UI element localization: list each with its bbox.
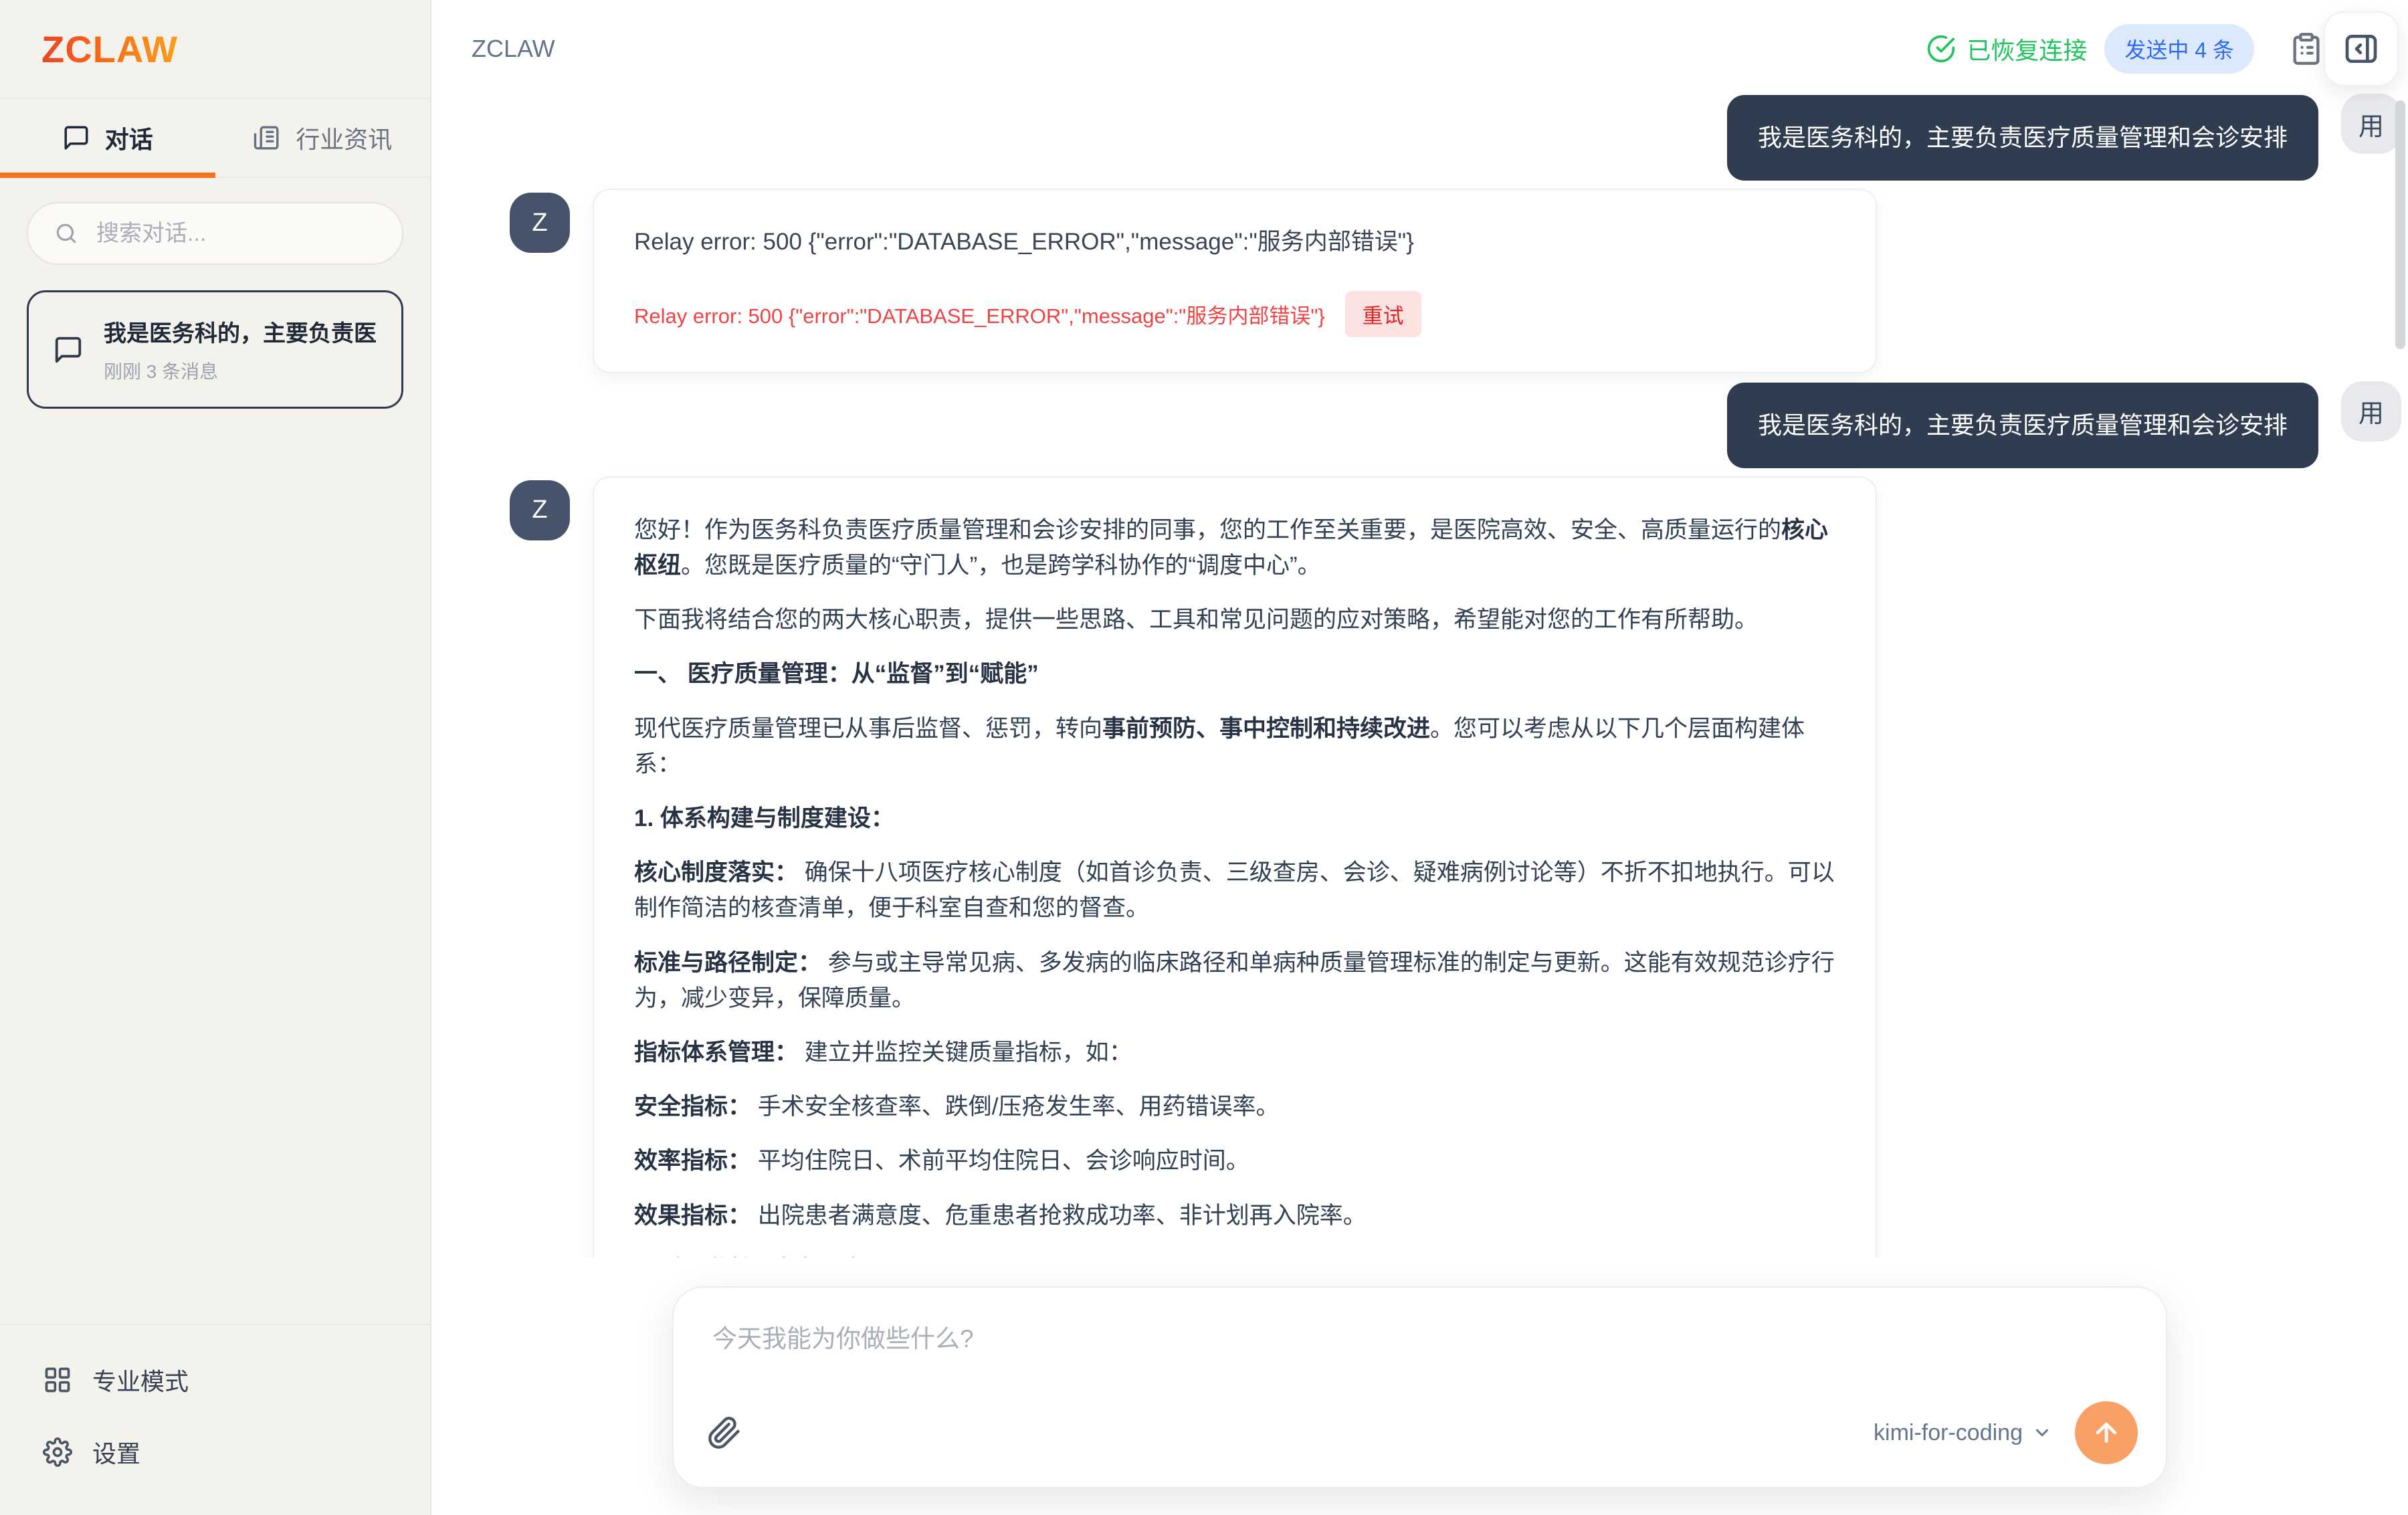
user-message-bubble: 我是医务科的，主要负责医疗质量管理和会诊安排 — [1727, 95, 2318, 181]
composer-right-controls: kimi-for-coding — [1874, 1401, 2138, 1464]
pro-mode-label: 专业模式 — [92, 1362, 189, 1397]
connection-status: 已恢复连接 — [1926, 31, 2087, 66]
model-selector[interactable]: kimi-for-coding — [1874, 1420, 2052, 1446]
sidebar-tabs: 对话 行业资讯 — [0, 99, 430, 178]
send-button[interactable] — [2075, 1401, 2138, 1464]
search-icon — [54, 221, 79, 246]
message-list: 我是医务科的，主要负责医疗质量管理和会诊安排用ZRelay error: 500… — [433, 94, 2408, 1257]
conversation-texts: 我是医务科的，主要负责医... 刚刚 3 条消息 — [104, 315, 377, 384]
assistant-paragraph: 2. 过程监控与数据分析： — [634, 1252, 1835, 1257]
scrollbar-thumb[interactable] — [2395, 100, 2405, 349]
error-detail-text: Relay error: 500 {"error":"DATABASE_ERRO… — [634, 299, 1325, 329]
tab-chat-label: 对话 — [105, 120, 153, 155]
paperclip-icon — [707, 1415, 742, 1450]
clipboard-button[interactable] — [2289, 31, 2324, 66]
assistant-avatar: Z — [510, 480, 570, 540]
chevron-down-icon — [2032, 1423, 2052, 1443]
panel-left-collapse-icon — [2342, 30, 2380, 68]
assistant-paragraph: 指标体系管理： 建立并监控关键质量指标，如： — [634, 1035, 1835, 1070]
app-logo: ZCLAW — [41, 27, 178, 71]
newspaper-icon — [253, 124, 281, 152]
collapse-panel-button[interactable] — [2324, 11, 2399, 86]
message-row-user: 我是医务科的，主要负责医疗质量管理和会诊安排用 — [510, 381, 2401, 468]
chat-main: ZCLAW 已恢复连接 发送中 4 条 我是医务科的，主要负责医疗质量管理和会诊… — [433, 0, 2408, 1515]
tab-industry-news-label: 行业资讯 — [296, 120, 392, 155]
retry-button[interactable]: 重试 — [1345, 291, 1421, 337]
error-retry-row: Relay error: 500 {"error":"DATABASE_ERRO… — [634, 291, 1835, 337]
search-area — [0, 178, 430, 272]
clipboard-list-icon — [2289, 31, 2324, 66]
conversation-list: 我是医务科的，主要负责医... 刚刚 3 条消息 — [0, 272, 430, 1324]
sidebar-item-settings[interactable]: 设置 — [20, 1416, 410, 1488]
assistant-paragraph: 下面我将结合您的两大核心职责，提供一些思路、工具和常见问题的应对策略，希望能对您… — [634, 602, 1835, 637]
page-title: ZCLAW — [472, 35, 555, 63]
assistant-paragraph: 安全指标： 手术安全核查率、跌倒/压疮发生率、用药错误率。 — [634, 1089, 1835, 1124]
assistant-paragraph: 现代医疗质量管理已从事后监督、惩罚，转向事前预防、事中控制和持续改进。您可以考虑… — [634, 711, 1835, 782]
composer: kimi-for-coding — [672, 1286, 2167, 1488]
check-circle-icon — [1926, 34, 1956, 64]
search-input[interactable] — [96, 221, 377, 247]
conversation-title: 我是医务科的，主要负责医... — [104, 315, 377, 348]
grid-icon — [43, 1365, 72, 1395]
user-avatar: 用 — [2341, 381, 2401, 441]
composer-toolbar: kimi-for-coding — [707, 1401, 2138, 1464]
tab-chat[interactable]: 对话 — [0, 99, 215, 177]
chat-bubble-icon — [53, 334, 84, 365]
sidebar-item-pro-mode[interactable]: 专业模式 — [20, 1344, 410, 1416]
assistant-paragraph: 1. 体系构建与制度建设： — [634, 801, 1835, 836]
connection-status-text: 已恢复连接 — [1967, 31, 2087, 66]
chat-bubble-icon — [62, 124, 90, 152]
user-message-bubble: 我是医务科的，主要负责医疗质量管理和会诊安排 — [1727, 383, 2318, 468]
message-row-assistant: Z Relay error: 500 {"error":"DATABASE_ERR… — [510, 189, 2401, 373]
assistant-avatar: Z — [510, 193, 570, 253]
model-name: kimi-for-coding — [1874, 1420, 2023, 1446]
sidebar-logo-row: ZCLAW — [0, 0, 430, 99]
message-row-user: 我是医务科的，主要负责医疗质量管理和会诊安排用 — [510, 94, 2401, 181]
conversation-meta: 刚刚 3 条消息 — [104, 357, 377, 384]
tab-industry-news[interactable]: 行业资讯 — [215, 99, 431, 177]
gear-icon — [43, 1437, 72, 1467]
arrow-up-icon — [2092, 1418, 2121, 1447]
settings-label: 设置 — [92, 1435, 140, 1470]
sidebar: ZCLAW 对话 行业资讯 我是医务科的，主要负责医... 刚刚 3 条消息 — [0, 0, 431, 1515]
assistant-paragraph: 标准与路径制定： 参与或主导常见病、多发病的临床路径和单病种质量管理标准的制定与… — [634, 945, 1835, 1016]
composer-input[interactable] — [712, 1318, 2127, 1399]
user-avatar: 用 — [2341, 94, 2401, 154]
assistant-paragraph: 效率指标： 平均住院日、术前平均住院日、会诊响应时间。 — [634, 1143, 1835, 1179]
main-header: ZCLAW 已恢复连接 发送中 4 条 — [433, 0, 2408, 97]
conversation-item[interactable]: 我是医务科的，主要负责医... 刚刚 3 条消息 — [27, 290, 403, 409]
assistant-paragraph: 一、 医疗质量管理：从“监督”到“赋能” — [634, 656, 1835, 692]
sidebar-footer: 专业模式 设置 — [0, 1324, 430, 1515]
assistant-paragraph: 核心制度落实： 确保十八项医疗核心制度（如首诊负责、三级查房、会诊、疑难病例讨论… — [634, 855, 1835, 926]
search-box[interactable] — [27, 202, 403, 265]
assistant-message-card: Relay error: 500 {"error":"DATABASE_ERRO… — [593, 189, 1877, 373]
attach-file-button[interactable] — [707, 1415, 742, 1450]
message-row-assistant: Z 您好！作为医务科负责医疗质量管理和会诊安排的同事，您的工作至关重要，是医院高效… — [510, 476, 2401, 1257]
assistant-message-card: 您好！作为医务科负责医疗质量管理和会诊安排的同事，您的工作至关重要，是医院高效、… — [593, 476, 1877, 1257]
error-message-text: Relay error: 500 {"error":"DATABASE_ERRO… — [634, 225, 1835, 260]
assistant-paragraph: 效果指标： 出院患者满意度、危重患者抢救成功率、非计划再入院率。 — [634, 1198, 1835, 1233]
assistant-paragraph: 您好！作为医务科负责医疗质量管理和会诊安排的同事，您的工作至关重要，是医院高效、… — [634, 512, 1835, 583]
sending-count-badge: 发送中 4 条 — [2104, 24, 2254, 74]
header-right: 已恢复连接 发送中 4 条 — [1926, 11, 2399, 86]
